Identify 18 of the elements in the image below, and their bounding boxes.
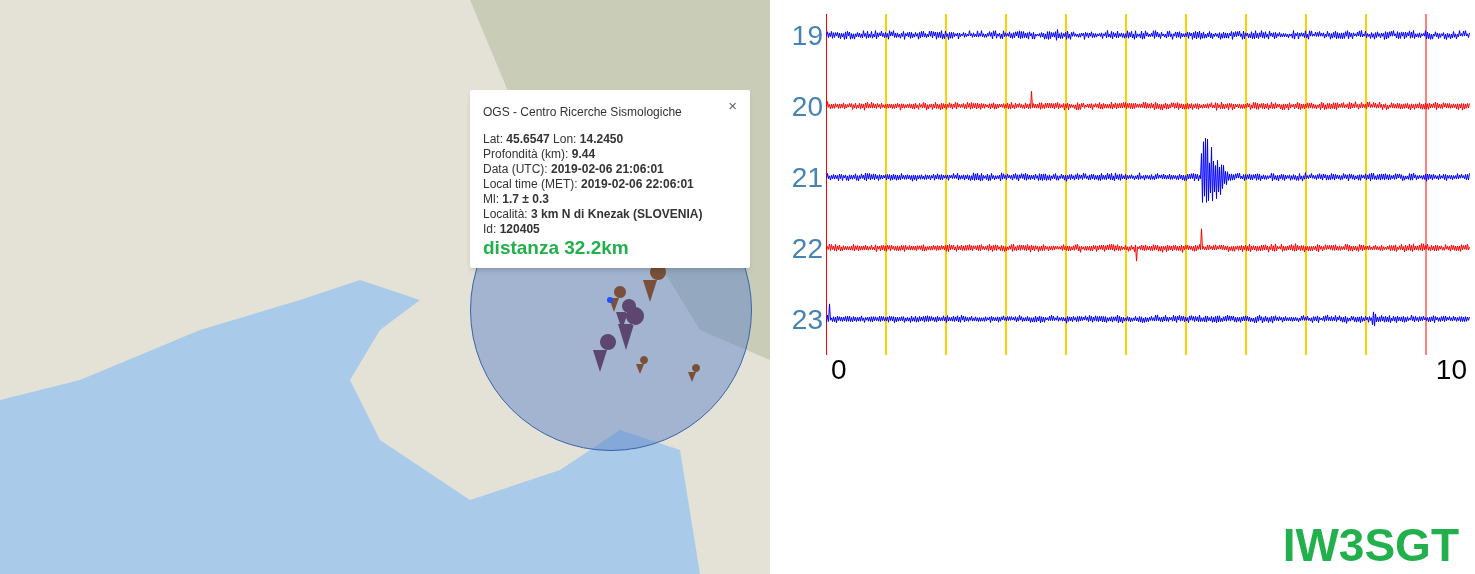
hour-label: 20 [791, 92, 823, 121]
hour-label: 23 [791, 305, 823, 334]
time-axis-label: 10 [1435, 355, 1467, 385]
event-detail: Località: 3 km N di Knezak (SLOVENIA) [483, 207, 704, 222]
distance-text: distanza 32.2km [483, 237, 630, 259]
popup-title: OGS - Centro Ricerche Sismologiche [483, 104, 682, 121]
event-detail: Profondità (km): 9.44 [483, 147, 597, 162]
time-axis-label: 0 [831, 355, 847, 385]
hour-label: 22 [791, 234, 823, 263]
event-detail: Lat: 45.6547 Lon: 14.2450 [483, 132, 625, 147]
event-detail: Ml: 1.7 ± 0.3 [483, 192, 550, 207]
station-callsign: IW3SGT [1282, 522, 1459, 568]
hour-label: 21 [791, 163, 823, 192]
event-detail: Local time (MET): 2019-02-06 22:06:01 [483, 177, 695, 192]
event-detail: Data (UTC): 2019-02-06 21:06:01 [483, 162, 665, 177]
hour-label: 19 [791, 21, 823, 50]
close-button[interactable]: × [728, 98, 737, 113]
event-detail: Id: 120405 [483, 222, 541, 237]
